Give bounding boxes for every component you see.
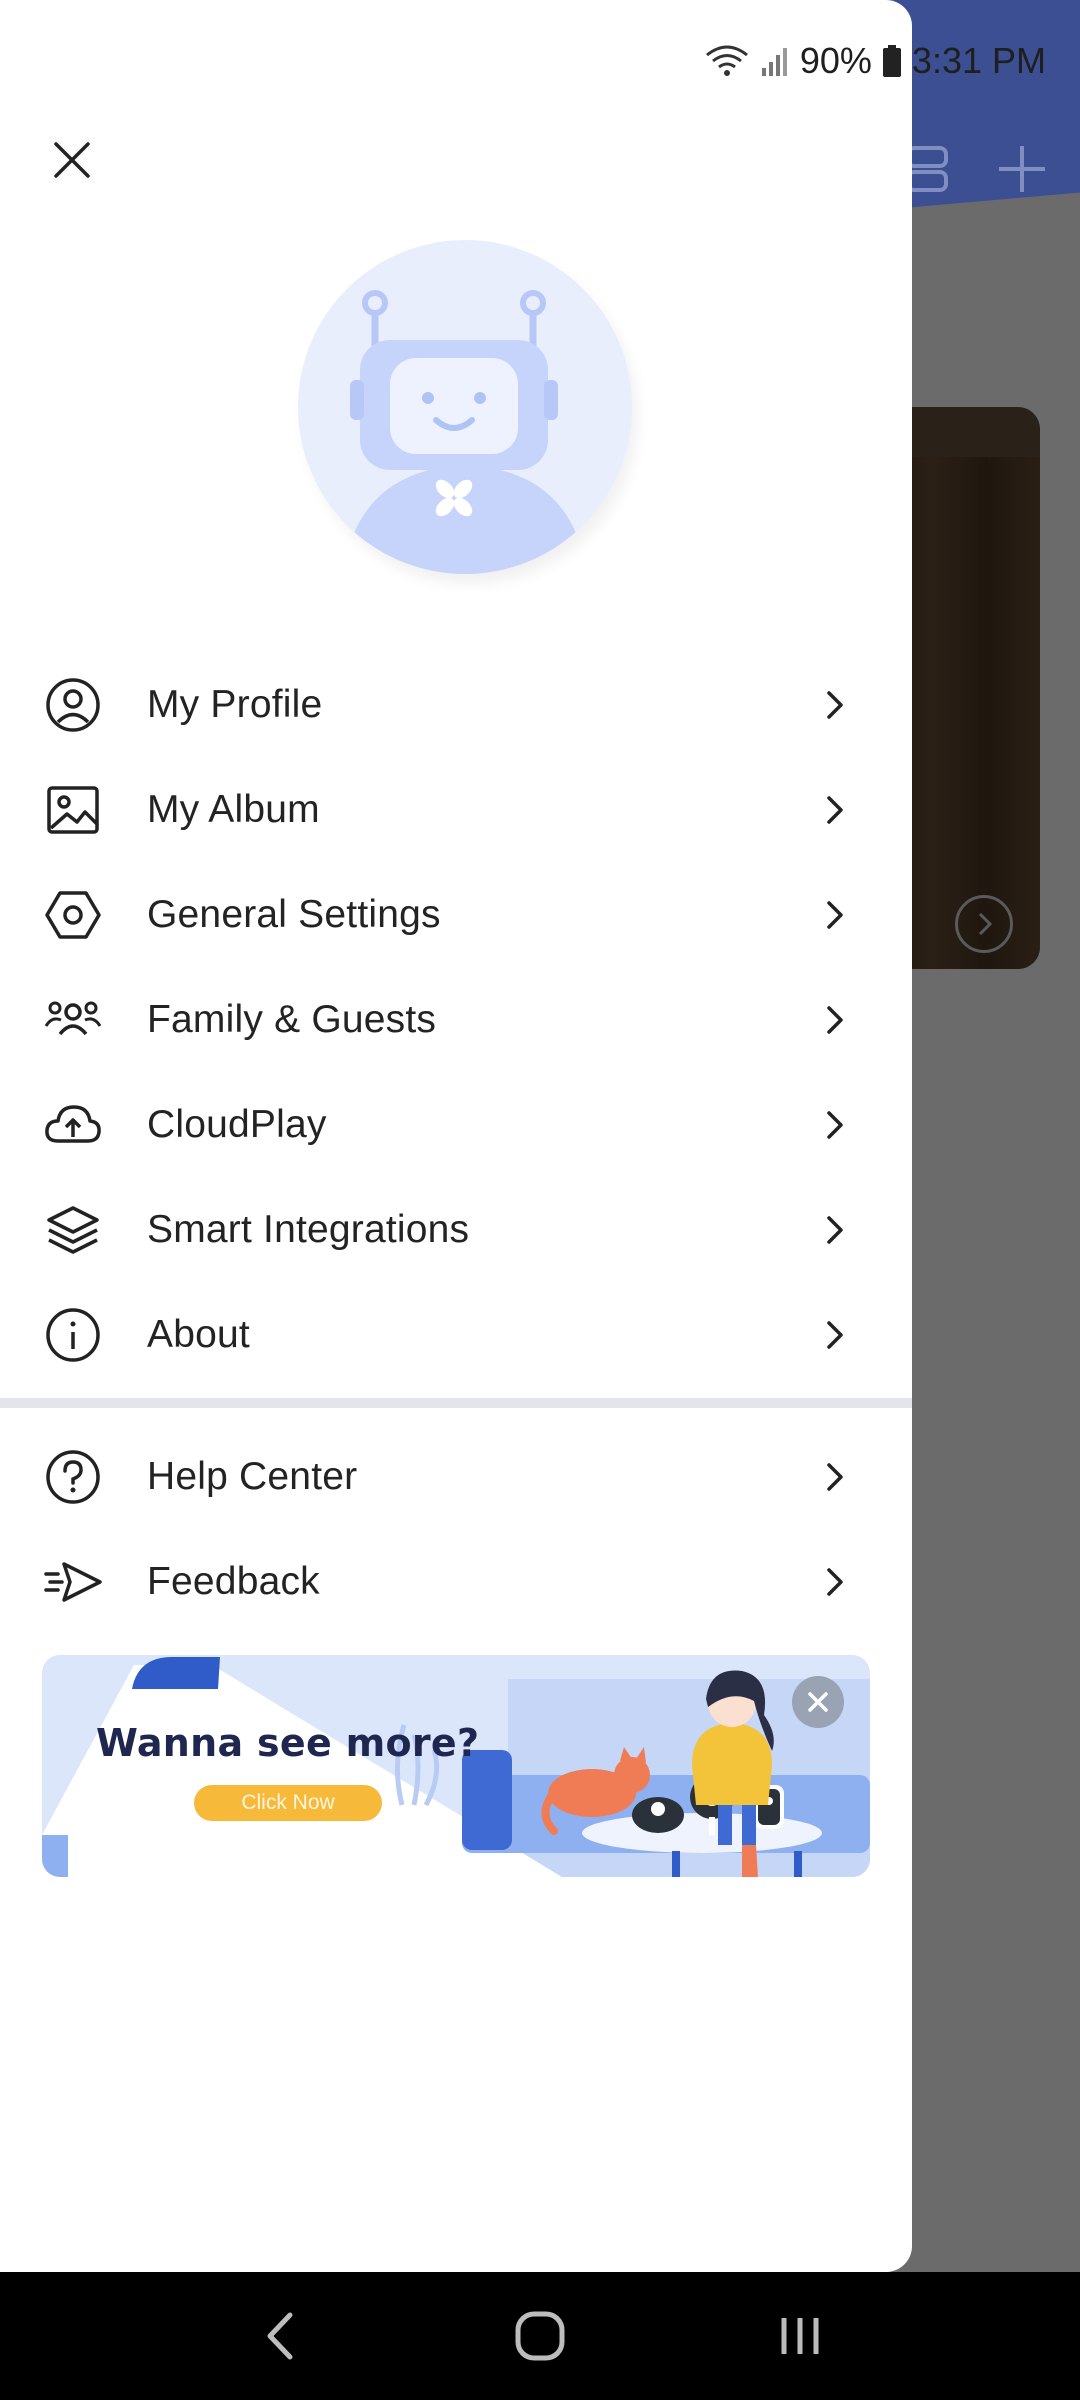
layers-icon <box>44 1201 102 1259</box>
banner-illustration <box>42 1655 870 1877</box>
chevron-right-icon <box>820 1457 850 1497</box>
navigation-drawer: My Profile My Album General Settings Fam… <box>0 0 912 2272</box>
menu-item-label: About <box>147 1312 250 1356</box>
hexagon-settings-icon <box>44 886 102 944</box>
menu-item-general-settings[interactable]: General Settings <box>0 862 912 967</box>
menu-item-label: General Settings <box>147 892 441 936</box>
chevron-right-icon <box>820 895 850 935</box>
battery-icon <box>882 45 901 77</box>
banner-title: Wanna see more? <box>96 1721 480 1765</box>
image-icon <box>44 781 102 839</box>
menu-item-label: Help Center <box>147 1454 358 1498</box>
close-icon <box>808 1692 828 1712</box>
close-icon <box>54 142 90 178</box>
info-icon <box>44 1306 102 1364</box>
group-icon <box>44 991 102 1049</box>
user-circle-icon <box>44 676 102 734</box>
chevron-right-icon <box>820 685 850 725</box>
home-icon <box>515 2311 565 2361</box>
status-bar: 90% 3:31 PM <box>704 36 1046 86</box>
menu-item-feedback[interactable]: Feedback <box>0 1529 912 1634</box>
send-icon <box>44 1553 102 1611</box>
close-drawer-button[interactable] <box>42 130 102 190</box>
menu-item-label: CloudPlay <box>147 1102 327 1146</box>
chevron-right-icon <box>820 1000 850 1040</box>
chevron-right-icon <box>820 1315 850 1355</box>
chevron-right-icon <box>820 1210 850 1250</box>
system-navigation-bar <box>0 2272 1080 2400</box>
menu-item-label: Feedback <box>147 1559 320 1603</box>
help-icon <box>44 1448 102 1506</box>
menu-item-label: My Profile <box>147 682 323 726</box>
back-icon <box>267 2312 293 2360</box>
banner-close-button[interactable] <box>792 1676 844 1728</box>
menu-item-my-album[interactable]: My Album <box>0 757 912 862</box>
secondary-menu: Help Center Feedback <box>0 1424 912 1634</box>
menu-item-label: My Album <box>147 787 320 831</box>
background-header-icons <box>906 146 1045 192</box>
menu-item-family-guests[interactable]: Family & Guests <box>0 967 912 1072</box>
menu-item-cloudplay[interactable]: CloudPlay <box>0 1072 912 1177</box>
menu-item-smart-integrations[interactable]: Smart Integrations <box>0 1177 912 1282</box>
menu-item-my-profile[interactable]: My Profile <box>0 652 912 757</box>
nav-back-button[interactable] <box>235 2291 325 2381</box>
chevron-right-icon <box>820 1562 850 1602</box>
menu-item-label: Family & Guests <box>147 997 437 1041</box>
menu-divider <box>0 1398 912 1408</box>
background-card-next-button <box>955 895 1013 953</box>
robot-avatar-icon <box>343 290 587 574</box>
recents-icon <box>781 2318 819 2354</box>
wifi-icon <box>705 45 748 76</box>
clock: 3:31 PM <box>911 40 1046 81</box>
avatar[interactable] <box>298 240 632 574</box>
menu-item-label: Smart Integrations <box>147 1207 470 1251</box>
banner-click-now-button[interactable]: Click Now <box>194 1785 382 1821</box>
promo-banner[interactable]: Wanna see more? Click Now <box>42 1655 870 1877</box>
chevron-right-icon <box>820 1105 850 1145</box>
menu-item-about[interactable]: About <box>0 1282 912 1387</box>
battery-percent: 90% <box>799 40 872 81</box>
nav-recents-button[interactable] <box>755 2291 845 2381</box>
nav-home-button[interactable] <box>495 2291 585 2381</box>
chevron-right-icon <box>820 790 850 830</box>
primary-menu: My Profile My Album General Settings Fam… <box>0 652 912 1387</box>
signal-icon <box>761 48 787 76</box>
menu-item-help-center[interactable]: Help Center <box>0 1424 912 1529</box>
cloud-upload-icon <box>44 1096 102 1154</box>
